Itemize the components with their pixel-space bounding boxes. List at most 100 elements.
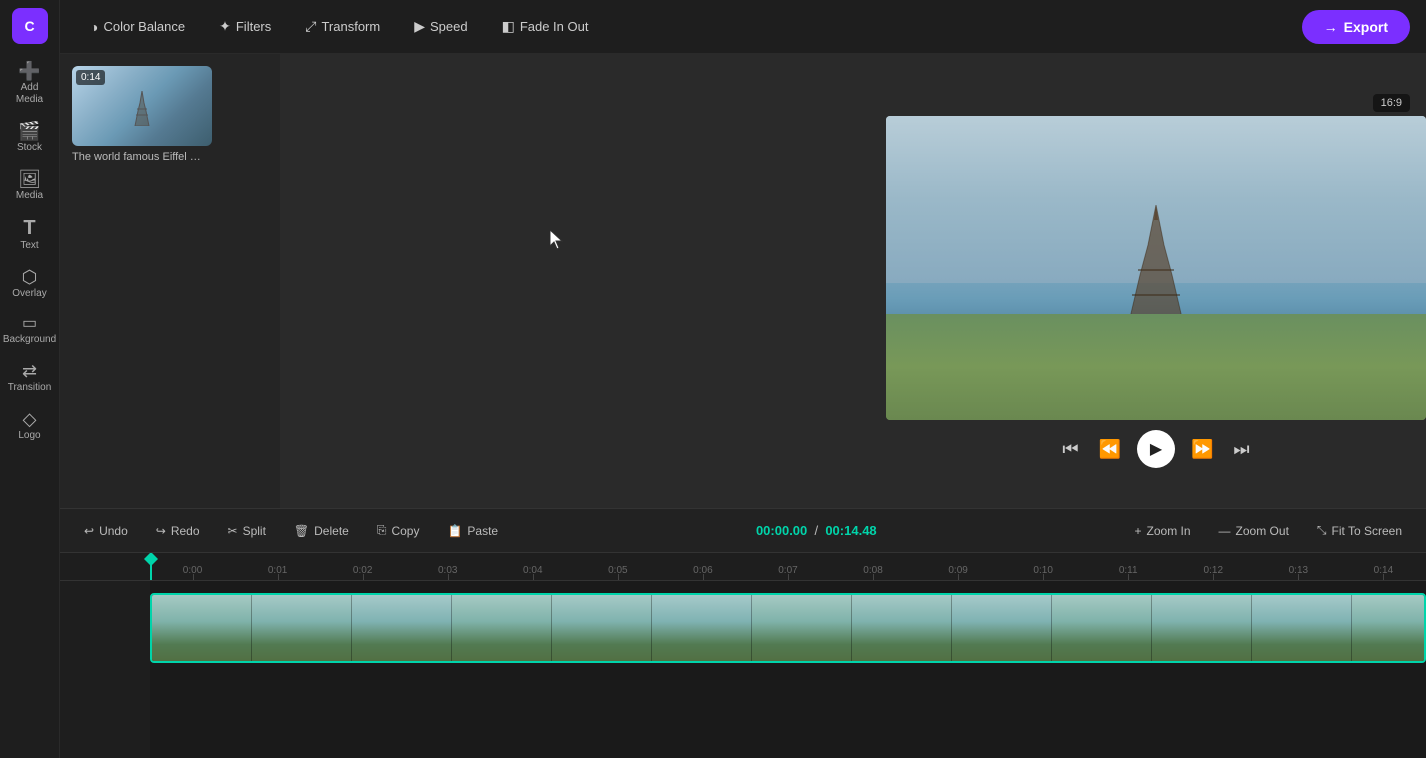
- speed-label: Speed: [430, 19, 468, 34]
- filters-button[interactable]: ✦ Filters: [205, 11, 285, 42]
- top-toolbar: ◑ Color Balance ✦ Filters ⤢ Transform ▶ …: [60, 0, 1426, 54]
- clip-frame: [1252, 595, 1352, 661]
- sidebar-item-overlay-label: Overlay: [12, 288, 46, 300]
- overlay-icon: ⬡: [22, 268, 38, 286]
- fast-forward-button[interactable]: ⏩: [1187, 435, 1217, 464]
- sidebar: C ➕ Add Media 🎬 Stock 🖼 Media T Text ⬡ O…: [0, 0, 60, 758]
- redo-label: Redo: [171, 524, 200, 538]
- fit-to-screen-button[interactable]: ⤡ Fit To Screen: [1305, 517, 1414, 544]
- timeline-track-labels: [60, 581, 150, 758]
- ruler-mark: 0:04: [490, 565, 575, 580]
- play-pause-button[interactable]: ▶: [1137, 430, 1175, 468]
- timeline-time-display: 00:00.00 / 00:14.48: [514, 523, 1118, 538]
- zoom-in-icon: +: [1135, 524, 1142, 538]
- clip-frame: [1052, 595, 1152, 661]
- export-arrow-icon: →: [1324, 19, 1338, 35]
- speed-button[interactable]: ▶ Speed: [400, 11, 481, 42]
- sidebar-item-media[interactable]: 🖼 Media: [4, 164, 56, 208]
- ruler-mark: 0:02: [320, 565, 405, 580]
- sidebar-item-add-media[interactable]: ➕ Add Media: [4, 56, 56, 112]
- delete-icon: 🗑: [294, 524, 309, 538]
- undo-button[interactable]: ↩ Undo: [72, 518, 140, 544]
- delete-button[interactable]: 🗑 Delete: [282, 518, 361, 544]
- fit-to-screen-icon: ⤡: [1317, 523, 1327, 538]
- preview-area: [280, 54, 886, 508]
- filters-icon: ✦: [219, 18, 231, 35]
- transition-icon: ⇄: [22, 362, 37, 380]
- sidebar-item-background[interactable]: ▭ Background: [4, 310, 56, 352]
- media-title: The world famous Eiffel …: [72, 151, 212, 163]
- current-frames: .00: [789, 523, 807, 538]
- sidebar-item-overlay[interactable]: ⬡ Overlay: [4, 262, 56, 306]
- video-track: [150, 593, 1426, 663]
- zoom-out-label: Zoom Out: [1236, 524, 1289, 538]
- clip-frame: [1352, 595, 1424, 661]
- split-button[interactable]: ✂ Split: [216, 518, 278, 544]
- clip-frame: [752, 595, 852, 661]
- delete-label: Delete: [314, 524, 349, 538]
- video-clip[interactable]: [150, 593, 1426, 663]
- ruler-mark: 0:00: [150, 565, 235, 580]
- toolbar-tools: ◑ Color Balance ✦ Filters ⤢ Transform ▶ …: [76, 11, 602, 42]
- media-thumbnail[interactable]: 0:14: [72, 66, 212, 146]
- fade-in-out-button[interactable]: ◧ Fade In Out: [488, 11, 603, 42]
- media-icon: 🖼: [18, 170, 41, 188]
- playhead: [150, 553, 152, 580]
- timeline-ruler: 0:000:010:020:030:040:050:060:070:080:09…: [60, 553, 1426, 581]
- ruler-mark: 0:09: [916, 565, 1001, 580]
- rewind-button[interactable]: ⏪: [1095, 435, 1125, 464]
- zoom-in-label: Zoom In: [1147, 524, 1191, 538]
- stock-icon: 🎬: [18, 122, 40, 140]
- split-icon: ✂: [228, 524, 238, 538]
- redo-icon: ↪: [156, 524, 166, 538]
- sidebar-item-text[interactable]: T Text: [4, 212, 56, 258]
- clip-frame: [652, 595, 752, 661]
- timeline-section: ↩ Undo ↪ Redo ✂ Split 🗑 Delete ⎘ Copy 📋: [60, 508, 1426, 758]
- color-balance-button[interactable]: ◑ Color Balance: [76, 12, 199, 42]
- filters-label: Filters: [236, 19, 271, 34]
- ruler-mark: 0:05: [575, 565, 660, 580]
- color-balance-label: Color Balance: [103, 19, 185, 34]
- zoom-out-button[interactable]: — Zoom Out: [1207, 518, 1301, 544]
- clip-frame: [552, 595, 652, 661]
- background-icon: ▭: [22, 316, 37, 332]
- undo-label: Undo: [99, 524, 128, 538]
- video-preview-container: 16:9 ⏮ ⏪ ▶ ⏩ ⏭: [886, 54, 1426, 508]
- video-clip-inner: [152, 595, 1424, 661]
- canvas-area: 0:14 The world famous Eiffel … 16:9: [60, 54, 1426, 508]
- paste-button[interactable]: 📋 Paste: [435, 518, 510, 544]
- text-icon: T: [23, 218, 35, 238]
- redo-button[interactable]: ↪ Redo: [144, 518, 212, 544]
- copy-icon: ⎘: [377, 523, 387, 538]
- sidebar-item-background-label: Background: [3, 334, 56, 346]
- clip-frame: [952, 595, 1052, 661]
- export-button[interactable]: → Export: [1302, 10, 1410, 44]
- sidebar-item-text-label: Text: [20, 240, 38, 252]
- ruler-marks: 0:000:010:020:030:040:050:060:070:080:09…: [150, 565, 1426, 580]
- copy-button[interactable]: ⎘ Copy: [365, 517, 432, 544]
- sidebar-item-stock[interactable]: 🎬 Stock: [4, 116, 56, 160]
- timeline-toolbar: ↩ Undo ↪ Redo ✂ Split 🗑 Delete ⎘ Copy 📋: [60, 509, 1426, 553]
- ruler-mark: 0:03: [405, 565, 490, 580]
- sidebar-item-transition[interactable]: ⇄ Transition: [4, 356, 56, 400]
- paste-icon: 📋: [447, 524, 462, 538]
- sidebar-item-stock-label: Stock: [17, 142, 42, 154]
- timeline-tracks: [150, 581, 1426, 758]
- video-ground: [886, 314, 1426, 420]
- main-content: ◑ Color Balance ✦ Filters ⤢ Transform ▶ …: [60, 0, 1426, 758]
- zoom-in-button[interactable]: + Zoom In: [1123, 518, 1203, 544]
- ruler-mark: 0:12: [1171, 565, 1256, 580]
- ruler-mark: 0:01: [235, 565, 320, 580]
- timeline-right-controls: + Zoom In — Zoom Out ⤡ Fit To Screen: [1123, 517, 1414, 544]
- skip-to-start-button[interactable]: ⏮: [1058, 435, 1082, 464]
- app-logo[interactable]: C: [12, 8, 48, 44]
- ruler-mark: 0:11: [1086, 565, 1171, 580]
- video-frame: [886, 116, 1426, 420]
- fade-in-out-icon: ◧: [502, 18, 515, 35]
- sidebar-item-media-label: Media: [16, 190, 43, 202]
- skip-to-end-button[interactable]: ⏭: [1229, 435, 1253, 464]
- speed-icon: ▶: [414, 18, 425, 35]
- transform-button[interactable]: ⤢ Transform: [291, 11, 394, 42]
- fit-to-screen-label: Fit To Screen: [1332, 524, 1402, 538]
- sidebar-item-logo[interactable]: ◇ Logo: [4, 404, 56, 448]
